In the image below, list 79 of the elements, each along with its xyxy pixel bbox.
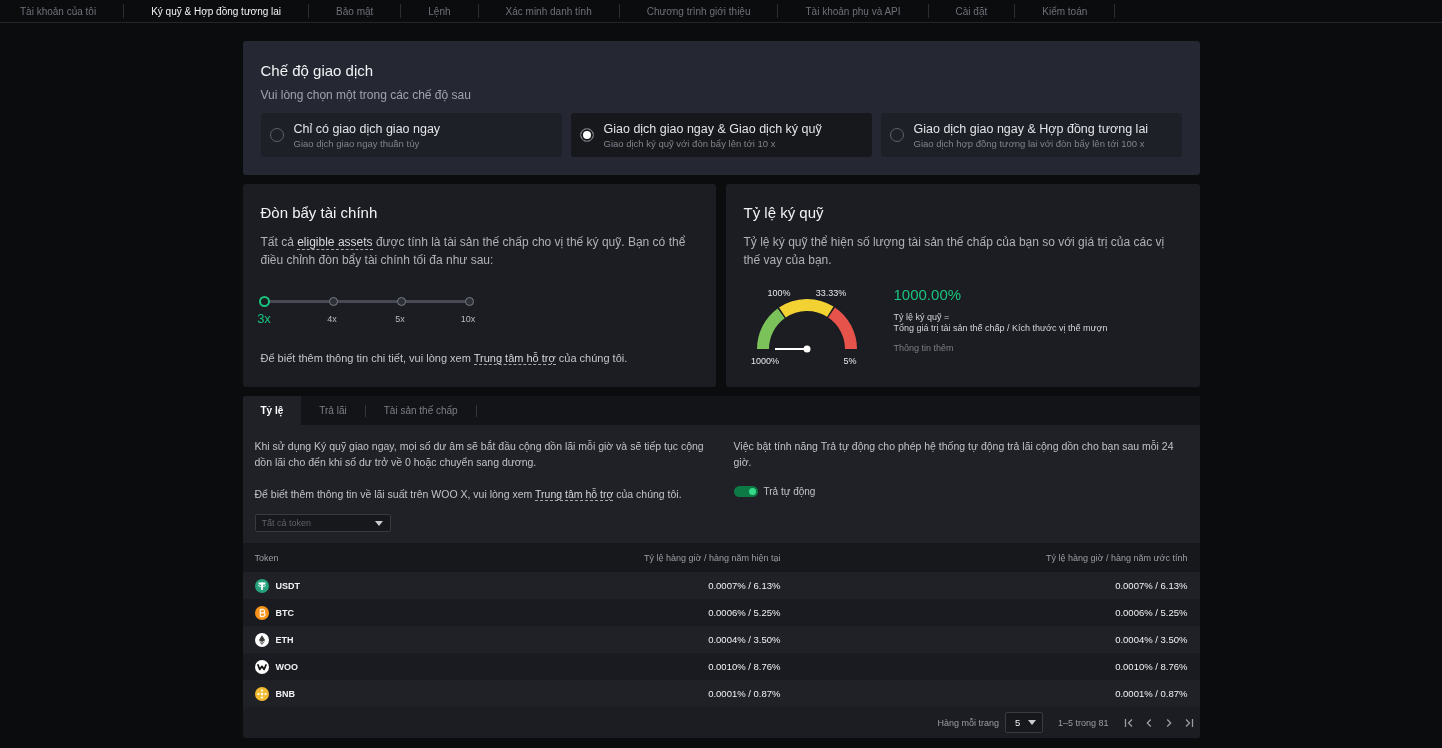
table-cell-text: 0.0004% / 3.50% [707, 634, 781, 645]
gauge-label: 33.33% [815, 288, 846, 298]
rows-per-page-select[interactable]: 5 [1004, 712, 1043, 733]
option-description: Giao dịch hợp đồng tương lai với đòn bẩy lên tới 100 x [913, 136, 1146, 150]
table-cell-text: 0.0006% / 5.25% [707, 607, 781, 618]
leverage-description: Tất cả eligible assets được tính là tài sản thế chấp cho vị thế ký quỹ. Bạn có thể điều chỉnh đòn bẩy tài chính tối đa như sau: [260, 234, 687, 269]
card-title: Chế độ giao dịch [260, 61, 375, 81]
mode-option[interactable]: Chỉ có giao dịch giao ngay Giao dịch giao ngay thuần túy [260, 113, 562, 157]
token-name: BNB [275, 688, 295, 699]
tab[interactable]: Trả lãi [301, 396, 365, 425]
column-header: Tỷ lệ hàng giờ / hàng năm hiện tại [643, 552, 781, 563]
token-name: WOO [275, 661, 298, 672]
tab[interactable]: Tỷ lệ [242, 396, 302, 425]
table-cell-text: 0.0006% / 5.25% [1114, 607, 1188, 618]
card-title: Đòn bẩy tài chính [260, 203, 379, 223]
slider-step[interactable] [396, 297, 406, 306]
nav-tab[interactable]: Chương trình giới thiệu [619, 4, 779, 18]
token-name: BTC [275, 607, 294, 618]
option-description: Giao dịch ký quỹ với đòn bẩy lên tới 10 x [603, 136, 777, 150]
gauge-label: 100% [767, 288, 790, 298]
caret-down-icon [374, 521, 383, 526]
table-cell-text: 0.0001% / 0.87% [707, 688, 781, 699]
column-header: Token [254, 552, 280, 563]
table-cell-text: 0.0004% / 3.50% [1114, 634, 1188, 645]
interest-description: Khi sử dụng Ký quỹ giao ngay, mọi số dư âm sẽ bắt đầu cộng dồn lãi mỗi giờ và sẽ tiếp tục cộng dồn lãi cho đến khi số dư trở về 0 hoặc chuyển sang dương. [254, 439, 705, 470]
card-title: Tỷ lệ ký quỹ [743, 203, 825, 223]
help-note: Để biết thêm thông tin về lãi suất trên WOO X, vui lòng xem Trung tâm hỗ trợ của chúng tôi. [254, 487, 683, 502]
slider-step[interactable] [328, 297, 338, 306]
more-info-link[interactable]: Thông tin thêm [893, 343, 954, 354]
option-description: Giao dịch giao ngay thuần túy [293, 136, 421, 150]
nav-tab[interactable]: Cài đặt [928, 4, 1016, 18]
option-label: Giao dịch giao ngay & Hợp đồng tương lai [913, 120, 1149, 137]
table-cell-text: 0.0010% / 8.76% [707, 661, 781, 672]
help-center-link[interactable]: Trung tâm hỗ trợ [535, 488, 614, 501]
first-page-icon[interactable] [1123, 717, 1134, 728]
table-cell-text: 0.0007% / 6.13% [1114, 580, 1188, 591]
nav-tab[interactable]: Ký quỹ & Hợp đồng tương lai [124, 4, 310, 18]
caret-down-icon [1027, 720, 1036, 725]
nav-tab[interactable]: Kiểm toán [1015, 4, 1116, 18]
nav-tab[interactable]: Bảo mật [309, 4, 402, 18]
radio-button[interactable] [579, 128, 594, 142]
margin-ratio-description: Tỷ lệ ký quỹ thể hiện số lượng tài sản thế chấp của bạn so với giá trị của các vị thế vay của bạn. [743, 234, 1166, 269]
mode-option[interactable]: Giao dịch giao ngay & Hợp đồng tương lai Giao dịch hợp đồng tương lai với đòn bẩy lên tới 100 x [880, 113, 1182, 157]
gauge-label: 5% [843, 356, 856, 366]
card-subtitle: Vui lòng chọn một trong các chế độ sau [260, 87, 472, 103]
nav-tab[interactable]: Tài khoản của tôi [0, 4, 125, 18]
help-center-link[interactable]: Trung tâm hỗ trợ [473, 352, 556, 365]
tab[interactable]: Tài sản thế chấp [365, 396, 476, 425]
step-label: 3x [257, 311, 271, 327]
toggle-label: Trả tự động [763, 486, 816, 497]
margin-ratio-value: 1000.00% [893, 286, 962, 304]
gauge-label: 1000% [750, 356, 779, 366]
slider-step[interactable] [464, 297, 474, 306]
table-cell-text: 0.0007% / 6.13% [707, 580, 781, 591]
option-label: Chỉ có giao dịch giao ngay [293, 120, 441, 137]
token-name: USDT [275, 580, 300, 591]
auto-pay-toggle[interactable] [733, 486, 758, 497]
step-label: 5x [395, 313, 405, 326]
table-cell-text: 0.0010% / 8.76% [1114, 661, 1188, 672]
step-label: 10x [460, 313, 476, 326]
formula-text: Tổng giá trị tài sản thế chấp / Kích thước vị thế mượn [893, 323, 1108, 334]
column-header: Tỷ lệ hàng giờ / hàng năm ước tính [1045, 552, 1188, 563]
eligible-assets-link[interactable]: eligible assets [297, 235, 373, 250]
nav-tab[interactable]: Tài khoản phụ và API [778, 4, 929, 18]
rows-per-page-label: Hàng mỗi trang [937, 717, 999, 728]
token-name: ETH [275, 634, 294, 645]
mode-option[interactable]: Giao dịch giao ngay & Giao dịch ký quỹ Giao dịch ký quỹ với đòn bẩy lên tới 10 x [570, 113, 872, 157]
formula-text: Tỷ lệ ký quỹ = [893, 312, 950, 323]
option-label: Giao dịch giao ngay & Giao dịch ký quỹ [603, 120, 822, 137]
table-cell-text: 0.0001% / 0.87% [1114, 688, 1188, 699]
slider-step[interactable] [258, 296, 270, 307]
nav-tab[interactable]: Xác minh danh tính [478, 4, 620, 18]
page-range: 1–5 trong 81 [1057, 717, 1109, 728]
token-filter-select[interactable]: Tất cả token [254, 514, 391, 532]
auto-pay-description: Việc bật tính năng Trả tự động cho phép hệ thống tự động trả lãi cộng dồn cho bạn sau mỗi 24 giờ. [733, 439, 1175, 470]
help-note: Để biết thêm thông tin chi tiết, vui lòng xem Trung tâm hỗ trợ của chúng tôi. [260, 351, 629, 366]
step-label: 4x [327, 313, 337, 326]
last-page-icon[interactable] [1183, 717, 1194, 728]
nav-tab[interactable]: Lệnh [401, 4, 479, 18]
